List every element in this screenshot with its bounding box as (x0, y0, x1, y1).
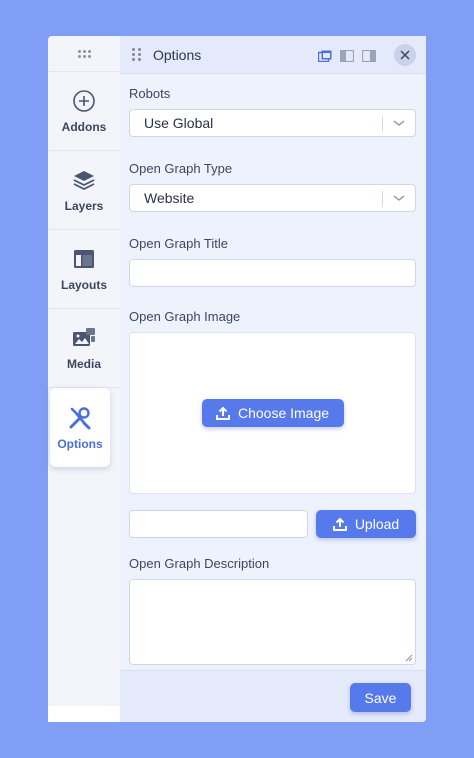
upload-button[interactable]: Upload (316, 510, 416, 538)
sidebar-item-label: Options (57, 436, 103, 451)
save-label: Save (364, 689, 397, 706)
og-type-label: Open Graph Type (129, 161, 233, 176)
options-panel: Options Robots Use Global Open Graph Typ… (120, 36, 426, 722)
robots-value: Use Global (144, 115, 214, 131)
sidebar-footer (48, 706, 120, 722)
close-icon (400, 49, 410, 60)
sidebar-item-options[interactable]: Options (50, 388, 110, 467)
sidebar-item-media[interactable]: Media (48, 309, 120, 388)
choose-image-button[interactable]: Choose Image (201, 399, 344, 427)
sidebar-item-label: Addons (61, 120, 107, 134)
sidebar-item-label: Media (66, 357, 101, 371)
dock-right-icon[interactable] (361, 49, 377, 62)
sidebar-item-label: Layouts (60, 278, 107, 292)
layout-icon (71, 246, 97, 272)
og-image-label: Open Graph Image (129, 309, 241, 324)
og-description-label: Open Graph Description (129, 556, 270, 571)
sidebar: Addons Layers Layouts Media Options (48, 36, 120, 722)
upload-icon (332, 517, 347, 531)
resize-handle-icon[interactable] (405, 654, 413, 662)
og-title-label: Open Graph Title (129, 236, 228, 251)
save-button[interactable]: Save (350, 683, 411, 712)
choose-image-label: Choose Image (237, 405, 330, 421)
drag-dots-icon (77, 49, 91, 58)
robots-select[interactable]: Use Global (129, 109, 416, 137)
sidebar-item-label: Layers (64, 199, 104, 213)
dock-left-icon[interactable] (339, 49, 355, 62)
og-image-dropzone[interactable]: Choose Image (129, 332, 416, 494)
float-window-icon[interactable] (317, 49, 332, 62)
sidebar-item-addons[interactable]: Addons (48, 72, 120, 151)
og-type-select[interactable]: Website (129, 184, 416, 212)
robots-label: Robots (129, 86, 171, 101)
chevron-down-icon (393, 195, 405, 201)
tools-icon (67, 405, 93, 431)
og-description-textarea[interactable] (129, 579, 416, 665)
upload-icon (215, 406, 230, 420)
panel-footer: Save (120, 670, 426, 722)
og-image-url-input[interactable] (129, 510, 308, 538)
close-button[interactable] (394, 43, 416, 66)
sidebar-item-layouts[interactable]: Layouts (48, 230, 120, 309)
media-icon (71, 325, 97, 351)
layers-icon (71, 167, 97, 193)
plus-circle-icon (71, 88, 97, 114)
upload-label: Upload (354, 516, 400, 532)
grip-dots-icon[interactable] (132, 48, 141, 61)
og-type-value: Website (144, 190, 195, 206)
chevron-down-icon (393, 120, 405, 126)
panel-header: Options (120, 36, 426, 74)
panel-title: Options (153, 46, 202, 63)
og-title-input[interactable] (129, 259, 416, 287)
sidebar-item-layers[interactable]: Layers (48, 151, 120, 230)
sidebar-drag-handle[interactable] (48, 36, 120, 72)
